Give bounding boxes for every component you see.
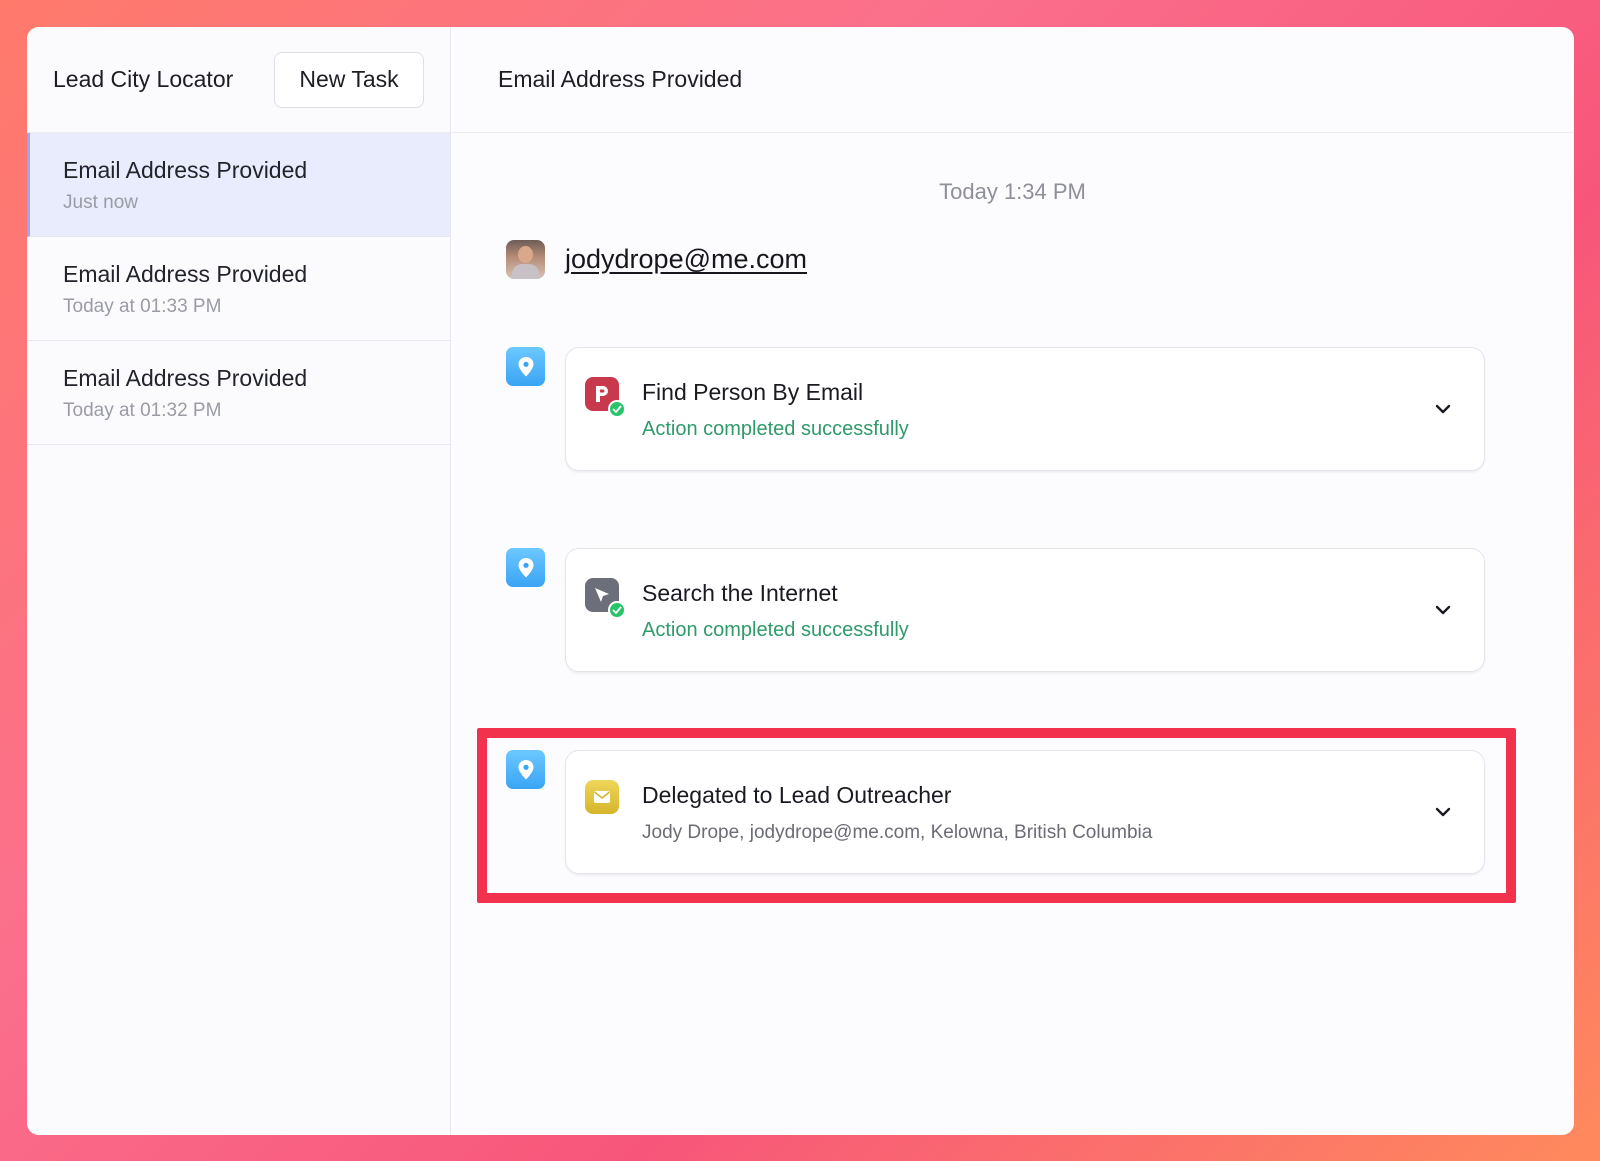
map-pin-icon [506, 347, 545, 386]
task-time: Just now [63, 192, 138, 213]
envelope-icon [585, 780, 619, 814]
main-panel: Email Address Provided Today 1:34 PM jod… [451, 27, 1574, 1135]
sidebar-header: Lead City Locator New Task [27, 27, 450, 133]
map-pin-icon [506, 750, 545, 789]
step-status: Action completed successfully [642, 619, 909, 641]
task-time: Today at 01:33 PM [63, 296, 222, 317]
step-card-find-person[interactable]: Find Person By Email Action completed su… [565, 347, 1485, 471]
task-item[interactable]: Email Address Provided Just now [27, 133, 450, 237]
task-item[interactable]: Email Address Provided Today at 01:33 PM [27, 237, 450, 341]
task-title: Email Address Provided [63, 365, 308, 391]
conversation-timestamp: Today 1:34 PM [939, 179, 1086, 204]
sidebar: Lead City Locator New Task Email Address… [27, 27, 451, 1135]
chevron-down-icon[interactable] [1432, 398, 1454, 420]
step-subtitle: Jody Drope, jodydrope@me.com, Kelowna, B… [642, 822, 1153, 843]
map-pin-icon [506, 548, 545, 587]
task-time: Today at 01:32 PM [63, 400, 222, 421]
chevron-down-icon[interactable] [1432, 599, 1454, 621]
step-title: Search the Internet [642, 580, 838, 606]
task-title: Email Address Provided [63, 157, 308, 183]
step-title: Find Person By Email [642, 379, 864, 405]
step-status: Action completed successfully [642, 418, 909, 440]
step-card-search-internet[interactable]: Search the Internet Action completed suc… [565, 548, 1485, 672]
success-check-icon [608, 400, 626, 418]
chevron-down-icon[interactable] [1432, 801, 1454, 823]
task-item[interactable]: Email Address Provided Today at 01:32 PM [27, 341, 450, 445]
step-title: Delegated to Lead Outreacher [642, 782, 952, 808]
step-card-delegated[interactable]: Delegated to Lead Outreacher Jody Drope,… [565, 750, 1485, 874]
find-person-app-icon [585, 377, 626, 418]
success-check-icon [608, 601, 626, 619]
app-title: Lead City Locator [53, 66, 234, 92]
user-message: jodydrope@me.com [506, 240, 807, 279]
browser-app-icon [585, 578, 626, 619]
main-header: Email Address Provided [451, 27, 1574, 133]
user-email-link[interactable]: jodydrope@me.com [565, 244, 807, 275]
new-task-button[interactable]: New Task [274, 51, 424, 108]
app-window: Lead City Locator New Task Email Address… [27, 27, 1574, 1135]
avatar [506, 240, 545, 279]
task-title: Email Address Provided [63, 261, 308, 287]
